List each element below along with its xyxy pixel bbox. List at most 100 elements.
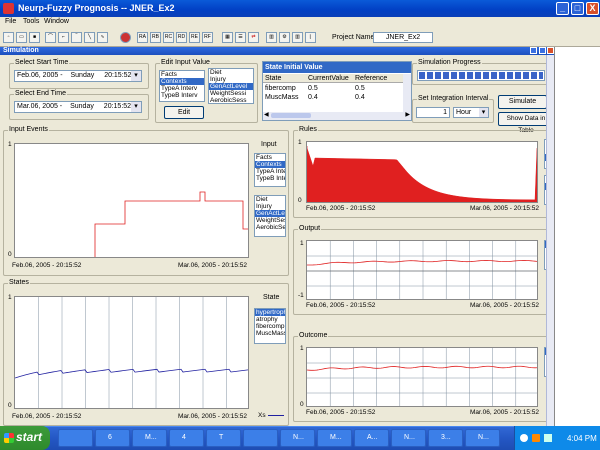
chevron-down-icon[interactable]: ▾ <box>131 102 141 112</box>
list-item[interactable]: AerobicSe <box>255 224 285 231</box>
edit-input-variable-list[interactable]: Diet Injury GenActLevel WeightSessi AerobicS… <box>208 68 254 104</box>
scroll-right-icon[interactable]: ▶ <box>405 111 410 118</box>
list-item[interactable]: TypeA Interv <box>160 85 204 92</box>
end-time-picker[interactable]: Mar.06, 2005 - Sunday 20:15:52 ▾ <box>14 101 142 113</box>
scroll-left-icon[interactable]: ◀ <box>264 111 269 118</box>
list-item[interactable]: TypeB Interv <box>160 92 204 99</box>
scroll-thumb[interactable] <box>271 113 311 118</box>
taskbar-item[interactable]: 4 <box>169 429 204 447</box>
chart-line-icon[interactable]: ⌒ <box>45 32 56 43</box>
taskbar-item[interactable]: M... <box>317 429 352 447</box>
list-item[interactable]: WeightSessi <box>209 90 253 97</box>
grid-icon[interactable]: ▦ <box>222 32 233 43</box>
list-item[interactable]: GenActLev <box>255 210 285 217</box>
start-button[interactable]: start <box>0 426 50 450</box>
output-plot <box>306 240 538 300</box>
record-icon[interactable] <box>120 32 131 43</box>
list-item[interactable]: TypeA Inte <box>255 168 285 175</box>
network-icon[interactable] <box>520 434 528 442</box>
list-item[interactable]: AerobicSess <box>209 97 253 103</box>
tray-app-icon[interactable] <box>532 434 540 442</box>
chevron-down-icon[interactable]: ▾ <box>131 71 141 81</box>
list-item[interactable]: Facts <box>255 154 285 161</box>
maximize-button[interactable]: □ <box>571 2 584 15</box>
list-item[interactable]: Contexts <box>255 161 285 168</box>
menu-window[interactable]: Window <box>44 18 69 25</box>
table-row[interactable]: fibercomp 0.5 0.5 <box>263 85 403 94</box>
minimize-button[interactable]: _ <box>556 2 569 15</box>
list-item[interactable]: Contexts <box>160 78 204 85</box>
integration-unit-select[interactable]: Hour ▾ <box>453 107 489 118</box>
rule-a-button[interactable]: RA <box>137 32 148 43</box>
col-reference: Reference <box>355 75 388 82</box>
taskbar-item[interactable]: N... <box>280 429 315 447</box>
table-vscroll[interactable] <box>403 74 411 112</box>
close-button[interactable]: X <box>586 2 599 15</box>
child-min-button[interactable] <box>530 47 537 54</box>
menu-file[interactable]: File <box>5 18 16 25</box>
menu-tools[interactable]: Tools <box>23 18 39 25</box>
taskbar-item[interactable]: M... <box>132 429 167 447</box>
toolbar: ▫ ▭ ■ ⌒ ⌐ ‾ ╲ ∿ RA RB RC RD RE RF ▦ ☰ ⇄ … <box>0 29 600 47</box>
input-variable-list[interactable]: Diet Injury GenActLev WeightSes AerobicSe <box>254 195 286 237</box>
table-icon[interactable]: ☰ <box>235 32 246 43</box>
rules-panel: Rules 1 0 Feb.06, 2005 - 20:15:52 Mar.06… <box>293 126 550 218</box>
rule-e-button[interactable]: RE <box>189 32 200 43</box>
chart-fit-icon[interactable]: ∿ <box>97 32 108 43</box>
state-variable-list[interactable]: hypertroph atrophy fibercomp MuscMass <box>254 308 286 344</box>
rule-b-button[interactable]: RB <box>150 32 161 43</box>
simulation-titlebar: Simulation <box>0 47 554 55</box>
list-item[interactable]: TypeB Inte <box>255 175 285 182</box>
new-file-icon[interactable]: ▫ <box>3 32 14 43</box>
save-icon[interactable]: ■ <box>29 32 40 43</box>
list-item[interactable]: WeightSes <box>255 217 285 224</box>
chart-decay-icon[interactable]: ╲ <box>84 32 95 43</box>
bars-icon[interactable]: ▥ <box>266 32 277 43</box>
taskbar-item[interactable]: 3... <box>428 429 463 447</box>
list-item[interactable]: Facts <box>160 71 204 78</box>
taskbar-item[interactable] <box>243 429 278 447</box>
rule-f-button[interactable]: RF <box>202 32 213 43</box>
rule-c-button[interactable]: RC <box>163 32 174 43</box>
project-name-field[interactable]: JNER_Ex2 <box>373 32 433 43</box>
rule-d-button[interactable]: RD <box>176 32 187 43</box>
list-item[interactable]: fibercomp <box>255 323 285 330</box>
taskbar-item[interactable]: A... <box>354 429 389 447</box>
list-item[interactable]: MuscMass <box>255 330 285 337</box>
flow-icon[interactable]: ⇄ <box>248 32 259 43</box>
list-item[interactable]: GenActLevel <box>209 83 253 90</box>
input-events-panel: Input Events 1 0 Feb.06, 2005 - 20:15:52… <box>3 126 289 276</box>
child-close-button[interactable] <box>547 47 554 54</box>
taskbar-item[interactable]: T <box>206 429 241 447</box>
speaker-icon[interactable] <box>544 434 552 442</box>
table-row[interactable]: MuscMass 0.4 0.4 <box>263 94 403 103</box>
edit-input-category-list[interactable]: Facts Contexts TypeA Interv TypeB Interv <box>159 70 205 102</box>
integration-value-input[interactable]: 1 <box>416 107 450 118</box>
chevron-down-icon[interactable]: ▾ <box>479 108 488 117</box>
input-category-list[interactable]: Facts Contexts TypeA Inte TypeB Inte <box>254 153 286 187</box>
child-vscroll[interactable] <box>546 55 554 426</box>
list-item[interactable]: Diet <box>255 196 285 203</box>
columns-icon[interactable]: ▥ <box>292 32 303 43</box>
gear-icon[interactable]: ⚙ <box>279 32 290 43</box>
taskbar-item[interactable]: N... <box>465 429 500 447</box>
list-item[interactable]: hypertroph <box>255 309 285 316</box>
taskbar-item[interactable]: 6 <box>95 429 130 447</box>
taskbar-item[interactable]: N... <box>391 429 426 447</box>
open-folder-icon[interactable]: ▭ <box>16 32 27 43</box>
edit-button[interactable]: Edit <box>164 106 204 119</box>
plot-icon[interactable]: ⌊ <box>305 32 316 43</box>
list-item[interactable]: Injury <box>255 203 285 210</box>
child-max-button[interactable] <box>539 47 546 54</box>
start-time-picker[interactable]: Feb.06, 2005 - Sunday 20:15:52 ▾ <box>14 70 142 82</box>
taskbar-item[interactable] <box>58 429 93 447</box>
input-events-plot <box>14 143 249 258</box>
table-hscroll[interactable]: ◀ ▶ <box>263 112 411 120</box>
list-item[interactable]: Injury <box>209 76 253 83</box>
chart-step-icon[interactable]: ⌐ <box>58 32 69 43</box>
list-item[interactable]: Diet <box>209 69 253 76</box>
list-item[interactable]: atrophy <box>255 316 285 323</box>
chart-flat-icon[interactable]: ‾ <box>71 32 82 43</box>
simulate-button[interactable]: Simulate <box>498 95 547 109</box>
mdi-background <box>554 47 600 426</box>
